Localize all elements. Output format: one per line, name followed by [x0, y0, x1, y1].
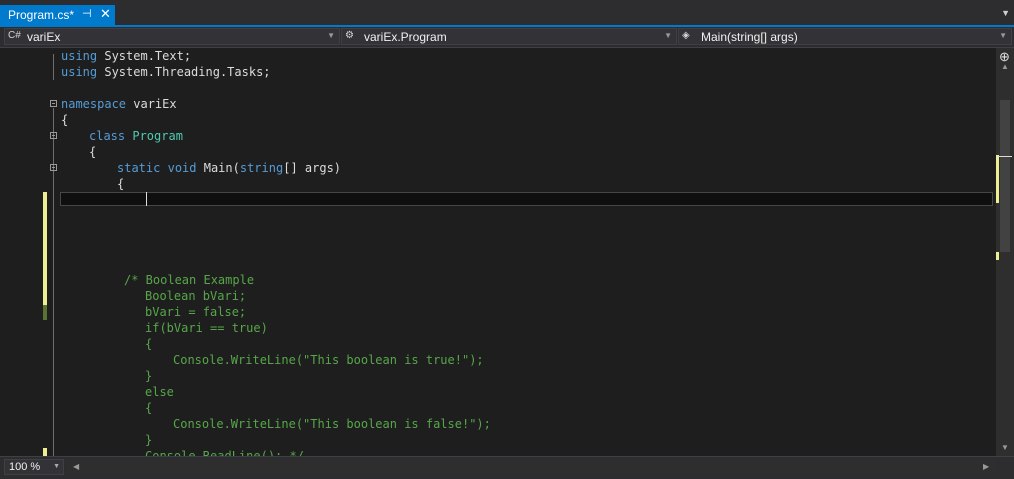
close-icon[interactable]: ✕ [100, 6, 111, 22]
comment-line: { [145, 401, 153, 415]
code-line: { [117, 177, 125, 191]
chevron-down-icon: ▼ [664, 31, 672, 40]
tab-program-cs[interactable]: Program.cs* ⊣ ✕ [0, 5, 115, 26]
project-name: variEx [27, 30, 61, 44]
comment-line: Console.ReadLine(); */ [145, 449, 304, 456]
collapse-class-icon[interactable] [50, 132, 57, 139]
zoom-level: 100 % [9, 461, 41, 473]
horizontal-scrollbar[interactable] [66, 460, 996, 474]
pin-icon[interactable]: ⊣ [82, 7, 92, 20]
csharp-project-icon: C# [8, 30, 21, 41]
comment-line: if(bVari == true) [145, 321, 268, 335]
comment-line: Console.WriteLine("This boolean is false… [173, 417, 491, 431]
code-editor[interactable]: using System.Text; using System.Threadin… [0, 48, 996, 456]
scrollbar-thumb[interactable] [1000, 100, 1010, 252]
fold-guide [53, 54, 54, 80]
scroll-right-icon[interactable]: ▶ [983, 462, 989, 471]
comment-line: /* Boolean Example [124, 273, 255, 287]
comment-line: } [145, 369, 153, 383]
fold-guide [53, 108, 54, 456]
comment-line: { [145, 337, 153, 351]
current-line-highlight [60, 192, 993, 206]
code-line: namespace variEx [61, 97, 177, 111]
code-line: static void Main(string[] args) [117, 161, 342, 175]
unsaved-change-marker [43, 448, 47, 456]
code-line: using System.Text; [61, 49, 192, 63]
class-icon: ⚙ [345, 30, 354, 41]
code-line: class Program [89, 129, 183, 143]
class-dropdown[interactable]: ⚙ variEx.Program ▼ [341, 28, 677, 45]
class-name: variEx.Program [364, 30, 447, 44]
saved-change-marker [43, 305, 47, 320]
project-dropdown[interactable]: C# variEx ▼ [4, 28, 340, 45]
code-line: using System.Threading.Tasks; [61, 65, 271, 79]
text-caret [146, 192, 147, 206]
zoom-dropdown[interactable]: 100 % ▼ [4, 459, 64, 475]
method-icon: ◈ [682, 30, 690, 41]
collapse-method-icon[interactable] [50, 164, 57, 171]
navigation-bar: C# variEx ▼ ⚙ variEx.Program ▼ ◈ Main(st… [0, 27, 1014, 48]
editor-bottom-bar: 100 % ▼ ◀ ▶ [0, 456, 1014, 479]
scrollbar-change-marker [996, 155, 999, 203]
comment-line: Console.WriteLine("This boolean is true!… [173, 353, 484, 367]
member-dropdown[interactable]: ◈ Main(string[] args) ▼ [678, 28, 1012, 45]
member-name: Main(string[] args) [701, 30, 798, 44]
comment-line: bVari = false; [145, 305, 247, 319]
unsaved-change-marker [43, 192, 47, 305]
collapse-namespace-icon[interactable] [50, 100, 57, 107]
scroll-left-icon[interactable]: ◀ [73, 462, 79, 471]
scroll-down-icon[interactable]: ▼ [1001, 443, 1009, 452]
comment-line: Boolean bVari; [145, 289, 247, 303]
chevron-down-icon: ▼ [327, 31, 335, 40]
editor-gutter [0, 48, 58, 456]
document-tab-bar: Program.cs* ⊣ ✕ ▼ [0, 0, 1014, 27]
chevron-down-icon: ▼ [999, 31, 1007, 40]
code-line: { [89, 145, 97, 159]
scrollbar-change-marker [996, 252, 999, 260]
code-line: { [61, 113, 69, 127]
chevron-down-icon: ▼ [53, 463, 60, 470]
scrollbar-caret-marker [996, 156, 1012, 157]
chevron-down-icon[interactable]: ▼ [1001, 8, 1010, 18]
scroll-up-icon[interactable]: ▲ [1001, 62, 1009, 71]
comment-line: } [145, 433, 153, 447]
comment-line: else [145, 385, 174, 399]
tab-title: Program.cs* [8, 8, 75, 22]
